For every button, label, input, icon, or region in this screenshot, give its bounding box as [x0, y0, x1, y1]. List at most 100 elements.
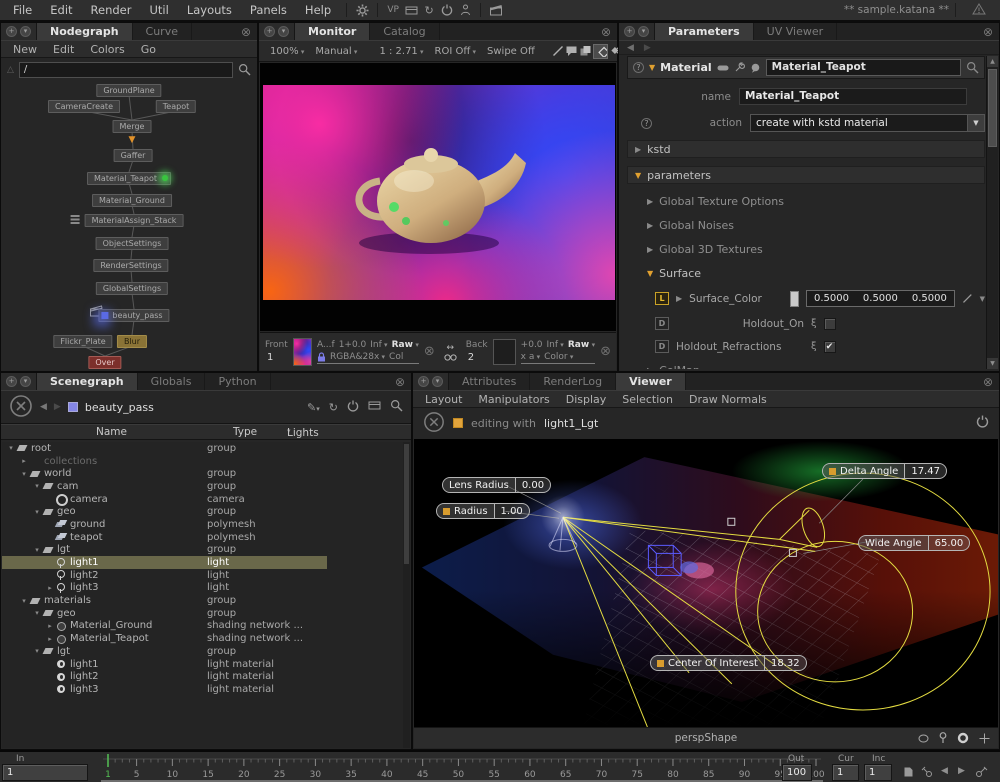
scenegraph-row[interactable]: light1 light material	[2, 658, 403, 671]
menu-item[interactable]: Manipulators	[470, 393, 557, 406]
nodegraph-canvas[interactable]: ▼ GroundPlaneCameraCreateTeapotMergeGaff…	[1, 81, 257, 369]
history-back-icon[interactable]: ◀	[40, 402, 47, 412]
expand-arrow-icon[interactable]	[32, 609, 42, 617]
default-badge[interactable]: D	[655, 340, 669, 353]
ratio-select[interactable]: 1 : 2.71	[374, 46, 428, 57]
view-select[interactable]: Raw	[392, 340, 419, 350]
colorspace-select[interactable]: Col	[389, 352, 403, 362]
menu-item[interactable]: Edit	[41, 3, 81, 17]
zoom-select[interactable]: 100%	[265, 46, 309, 57]
ellipse-icon[interactable]	[918, 734, 929, 743]
tab[interactable]: Curve	[133, 23, 192, 40]
node[interactable]: RenderSettings	[93, 259, 168, 272]
node[interactable]: Flickr_Plate	[53, 335, 112, 348]
scenegraph-row[interactable]: world group	[2, 467, 403, 480]
scenegraph-row[interactable]: light2 light material	[2, 670, 403, 683]
pane-add-icon[interactable]: +	[6, 376, 17, 387]
refresh-icon[interactable]: ↻	[329, 401, 338, 414]
scenegraph-row[interactable]: teapot polymesh	[2, 531, 403, 544]
scenegraph-row[interactable]: light2 light	[2, 569, 403, 582]
set-key-back-icon[interactable]	[921, 766, 934, 778]
roi-select[interactable]: ROI Off	[430, 46, 481, 57]
expand-arrow-icon[interactable]	[45, 635, 55, 643]
name-input[interactable]: Material_Teapot	[739, 88, 967, 105]
scenegraph-row[interactable]: cam group	[2, 480, 403, 493]
power-icon[interactable]	[347, 400, 359, 415]
channels-select[interactable]: RGBA&28x	[330, 352, 385, 362]
warning-icon[interactable]	[972, 3, 986, 18]
expand-arrow-icon[interactable]	[45, 622, 55, 630]
menu-item[interactable]: Selection	[614, 393, 681, 406]
local-badge[interactable]: L	[655, 292, 669, 305]
history-forward-icon[interactable]: ▶	[54, 402, 61, 412]
action-select[interactable]: create with kstd material ▼	[750, 114, 985, 132]
group-kstd[interactable]: ▶kstd	[627, 140, 985, 158]
back-arrow-icon[interactable]: ◀	[627, 43, 634, 53]
frame-ruler[interactable]: 5101520253035404550556065707580859095100…	[98, 752, 824, 782]
node[interactable]: beauty_pass	[98, 309, 169, 322]
scenegraph-row[interactable]: Material_Ground shading network ...	[2, 620, 403, 633]
default-badge[interactable]: D	[655, 317, 669, 330]
pane-add-icon[interactable]: +	[6, 26, 17, 37]
node-path-input[interactable]: /	[19, 62, 233, 78]
help-icon[interactable]: ?	[633, 62, 644, 73]
clear-back-icon[interactable]: ⊗	[600, 344, 611, 359]
node[interactable]: GroundPlane	[96, 84, 161, 97]
prev-key-icon[interactable]: ◀	[941, 766, 948, 776]
render-monitor-icon[interactable]	[402, 2, 420, 18]
range-select[interactable]: Inf	[547, 340, 564, 350]
scenegraph-row[interactable]: collections	[2, 455, 403, 468]
tab[interactable]: Parameters	[655, 23, 754, 40]
scroll-up-icon[interactable]: ▲	[987, 56, 998, 67]
expand-arrow-icon[interactable]	[19, 457, 29, 465]
keyframe-icon[interactable]: ξ	[811, 318, 817, 329]
menu-item[interactable]: File	[4, 3, 41, 17]
menu-item[interactable]: Render	[82, 3, 141, 17]
edit-flag-icon[interactable]	[717, 64, 729, 72]
channels-select[interactable]: x a	[521, 352, 540, 362]
scenegraph-row[interactable]: light3 light	[2, 582, 403, 595]
node[interactable]: CameraCreate	[48, 100, 120, 113]
group-global-3d-textures[interactable]: ▶Global 3D Textures	[647, 243, 985, 256]
close-icon[interactable]: ⊗	[235, 23, 257, 40]
expand-down-icon[interactable]: ▼	[649, 63, 655, 72]
menu-item[interactable]: Edit	[45, 43, 82, 56]
eyedropper-icon[interactable]	[962, 293, 973, 304]
light-pin-icon[interactable]	[939, 732, 947, 744]
expand-arrow-icon[interactable]	[32, 647, 42, 655]
clear-front-icon[interactable]: ⊗	[424, 344, 435, 359]
tab[interactable]: Attributes	[449, 373, 530, 390]
scenegraph-row[interactable]: geo group	[2, 505, 403, 518]
scenegraph-row[interactable]: camera camera	[2, 493, 403, 506]
swap-buffers-icon[interactable]: ↔	[446, 343, 454, 353]
expand-arrow-icon[interactable]	[45, 584, 55, 592]
node[interactable]: Merge	[113, 120, 152, 133]
scenegraph-row[interactable]: materials group	[2, 594, 403, 607]
tab[interactable]: Globals	[138, 373, 206, 390]
pane-menu-icon[interactable]: ▾	[278, 26, 289, 37]
exposure-value[interactable]: +0.0	[521, 340, 543, 350]
scrollbar[interactable]: ▲ ▼	[986, 56, 998, 369]
help-icon[interactable]: ?	[641, 118, 652, 129]
tab[interactable]: Scenegraph	[37, 373, 138, 390]
expand-arrow-icon[interactable]	[32, 546, 42, 554]
menu-item[interactable]: Util	[140, 3, 177, 17]
close-icon[interactable]: ⊗	[595, 23, 617, 40]
column-name[interactable]: Name	[96, 426, 127, 438]
menu-item[interactable]: Help	[296, 3, 340, 17]
node[interactable]: ObjectSettings	[96, 237, 169, 250]
clear-edit-icon[interactable]	[423, 411, 445, 436]
scroll-thumb[interactable]	[988, 69, 997, 147]
scenegraph-row[interactable]: light3 light material	[2, 683, 403, 696]
menu-item[interactable]: Draw Normals	[681, 393, 775, 406]
scenegraph-row[interactable]: lgt group	[2, 544, 403, 557]
manipulator-value-label[interactable]: Lens Radius 0.00	[442, 477, 551, 493]
node[interactable]: Material_Ground	[92, 194, 172, 207]
front-thumbnail[interactable]	[293, 338, 312, 366]
pen-icon[interactable]: ✎▾	[307, 401, 320, 414]
increment-field[interactable]: 1	[864, 764, 892, 781]
group-global-noises[interactable]: ▶Global Noises	[647, 219, 985, 232]
wrench-icon[interactable]	[734, 62, 745, 73]
next-key-icon[interactable]: ▶	[958, 766, 965, 776]
expand-arrow-icon[interactable]	[6, 444, 16, 452]
